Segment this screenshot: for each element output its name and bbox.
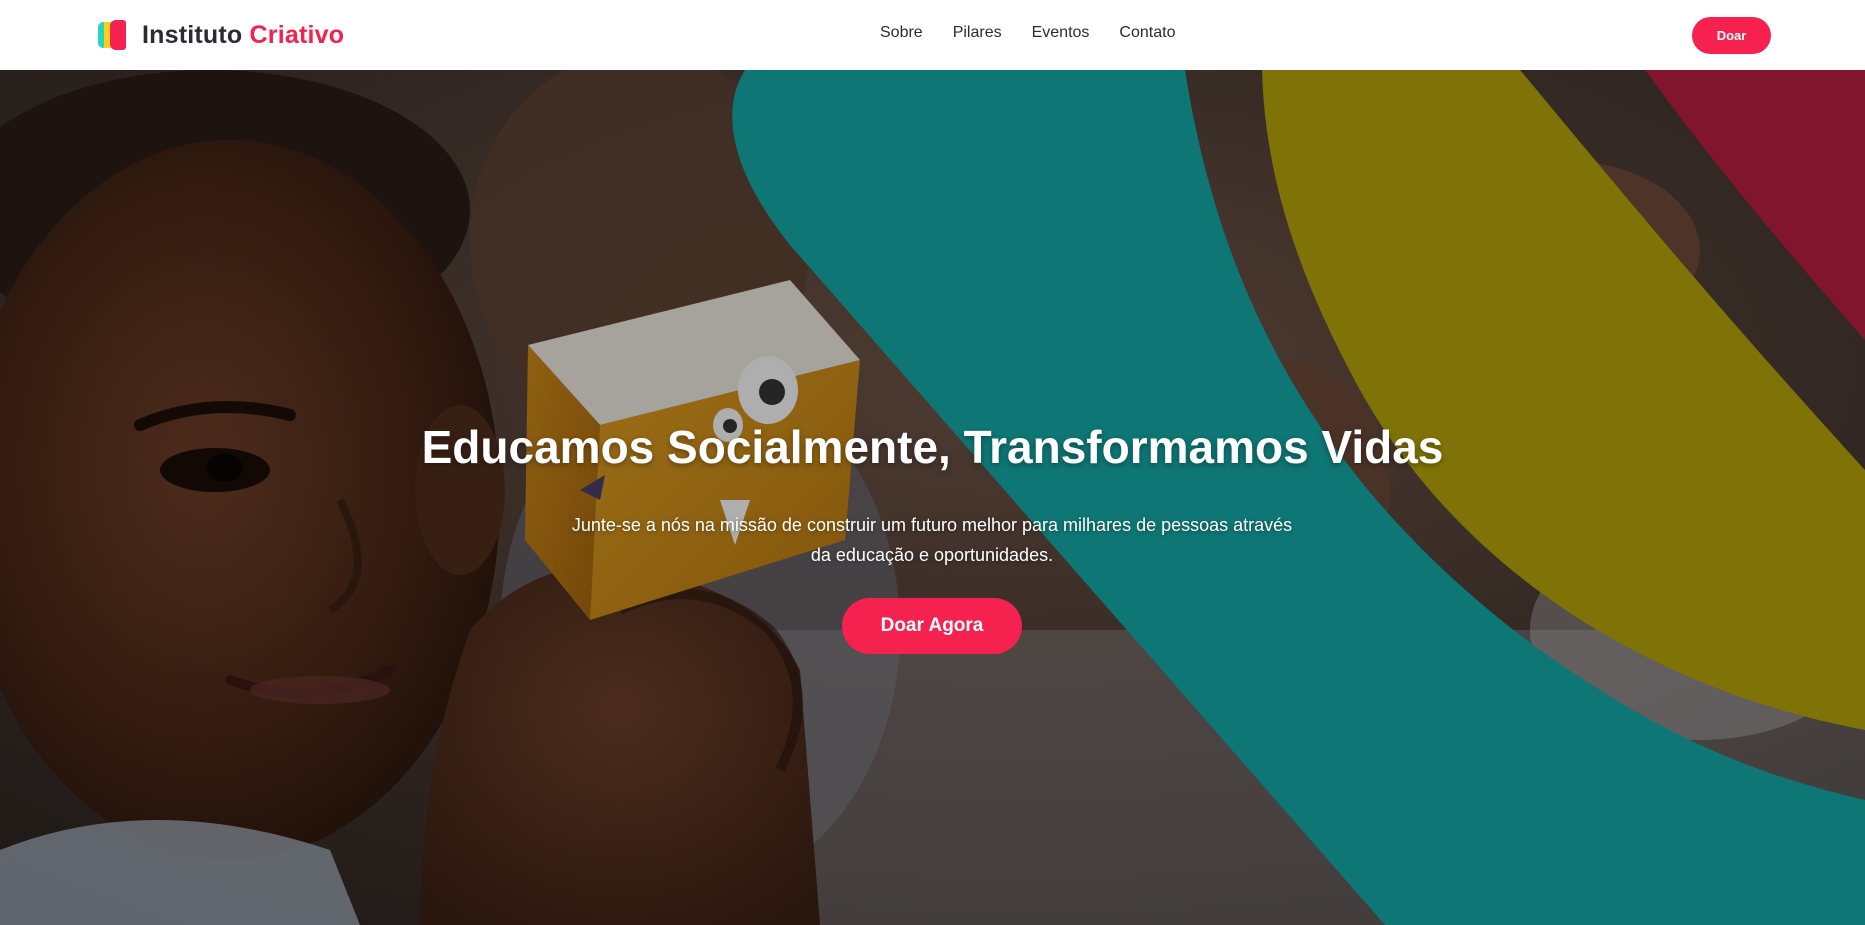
nav-item-contato[interactable]: Contato (1119, 24, 1175, 42)
nav-item-pilares[interactable]: Pilares (953, 24, 1002, 42)
donate-now-button[interactable]: Doar Agora (842, 598, 1022, 654)
donate-button[interactable]: Doar (1692, 17, 1771, 54)
logo-name-part1: Instituto (142, 20, 243, 49)
logo-icon (98, 20, 128, 50)
logo-link[interactable]: Instituto Criativo (98, 20, 344, 50)
logo-name-part2: Criativo (249, 20, 345, 49)
site-header: Instituto Criativo Sobre Pilares Eventos… (0, 0, 1865, 70)
hero-title: Educamos Socialmente, Transformamos Vida… (421, 421, 1444, 473)
hero-section: Educamos Socialmente, Transformamos Vida… (0, 70, 1865, 925)
hero-content: Educamos Socialmente, Transformamos Vida… (0, 70, 1865, 925)
main-nav: Sobre Pilares Eventos Contato (880, 24, 1175, 42)
nav-item-sobre[interactable]: Sobre (880, 24, 923, 42)
nav-item-eventos[interactable]: Eventos (1032, 24, 1090, 42)
logo-text: Instituto Criativo (142, 21, 344, 50)
hero-subtitle: Junte-se a nós na missão de construir um… (571, 515, 1293, 565)
